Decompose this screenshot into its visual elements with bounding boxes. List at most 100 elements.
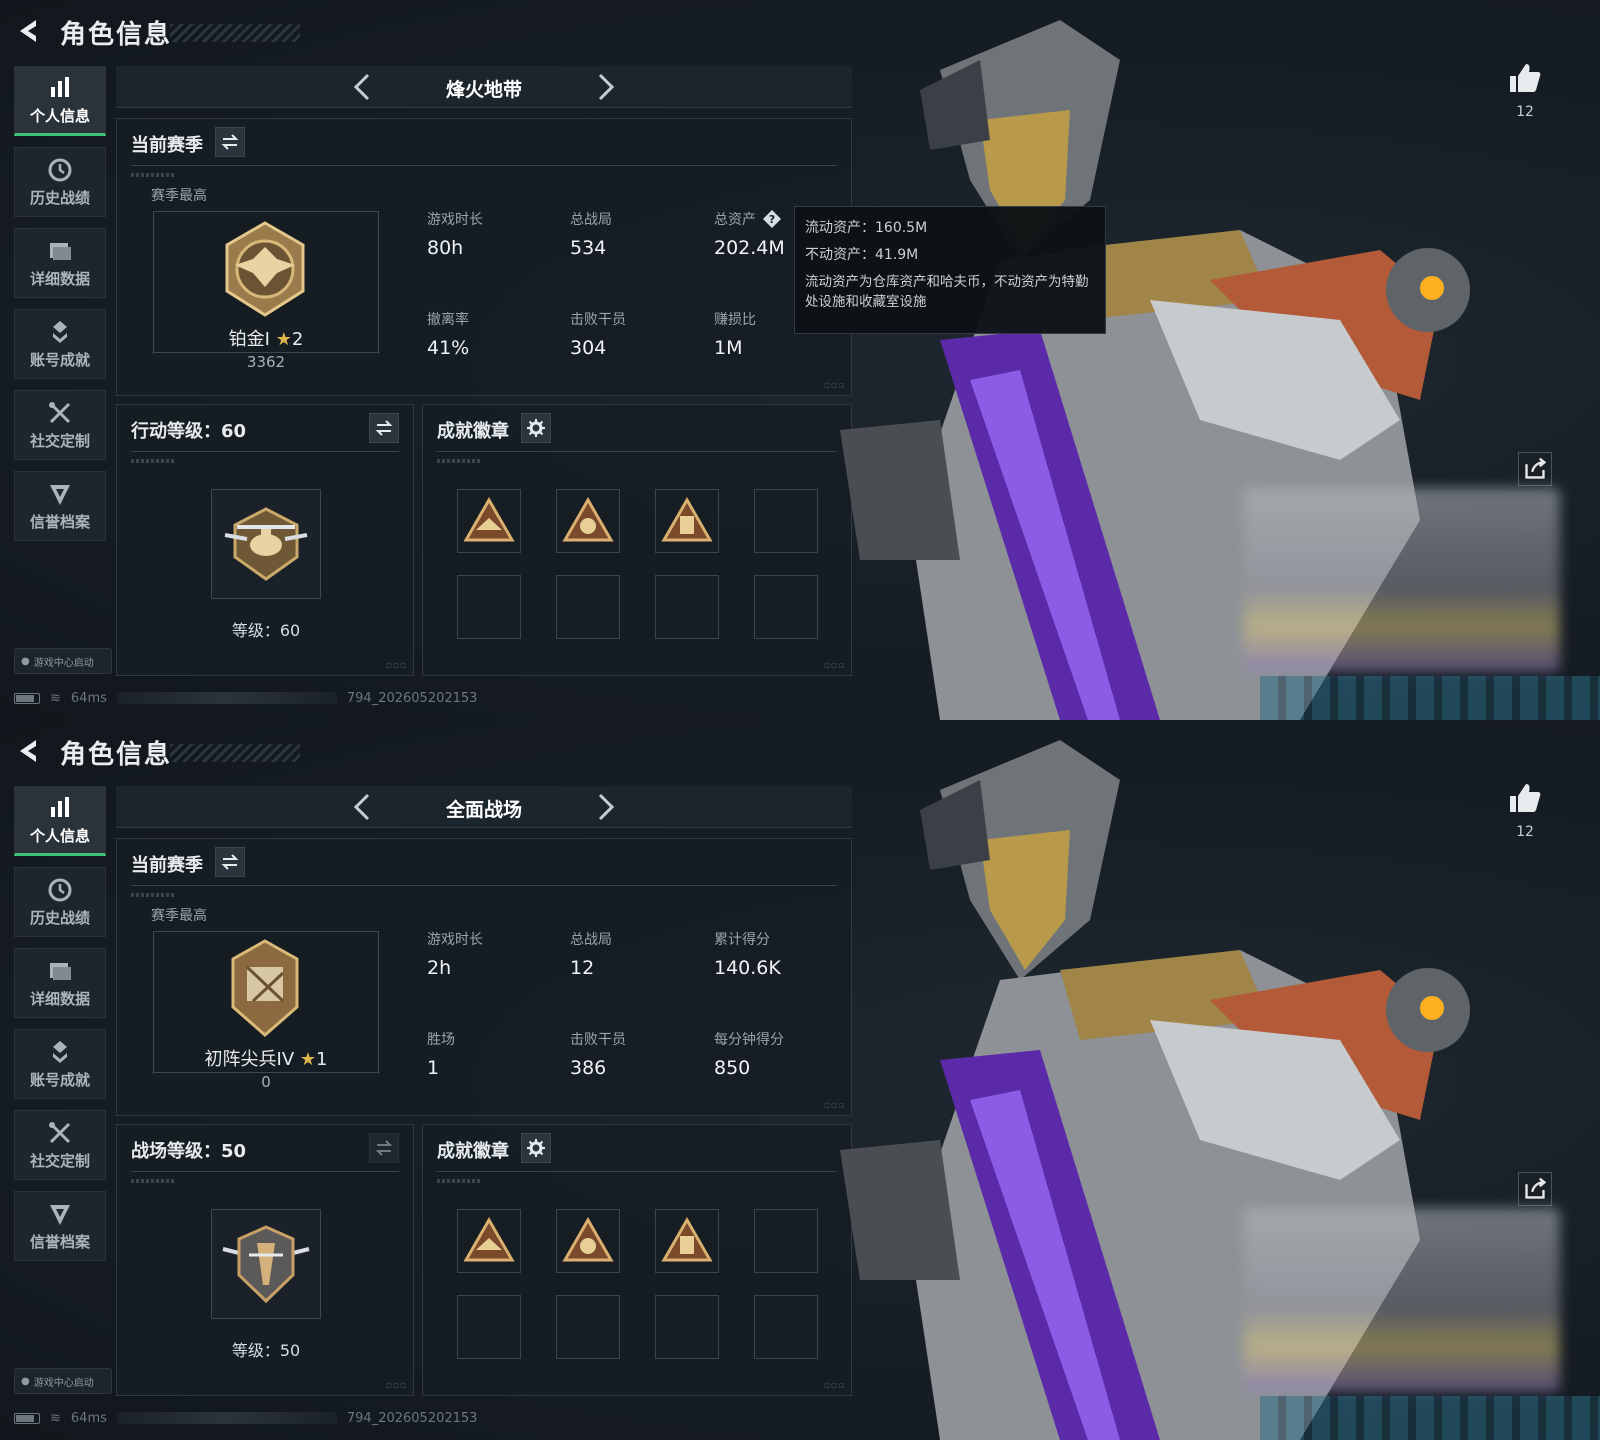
tooltip-fixed-assets: 不动资产：41.9M	[805, 246, 919, 263]
season-title: 当前赛季	[131, 135, 203, 156]
badge-slot-8[interactable]	[754, 1295, 818, 1359]
swap-icon	[375, 1140, 393, 1156]
sidebar-item-label: 个人信息	[29, 826, 90, 845]
sidebar-item-details[interactable]: 详细数据	[14, 228, 106, 298]
mode-title: 烽火地带	[445, 79, 522, 101]
swap-level-button[interactable]	[369, 413, 399, 443]
season-panel: 当前赛季 赛季最高 初阵尖兵IV ★1 0 游戏时长 2h 总战局 12 累计得…	[116, 838, 852, 1116]
back-arrow-icon[interactable]	[14, 736, 44, 766]
stat-label: 总战局	[570, 212, 612, 228]
back-arrow-icon[interactable]	[14, 16, 44, 46]
badge-slot-8[interactable]	[754, 575, 818, 639]
svg-text:?: ?	[769, 213, 775, 226]
qq-penguin-icon: ●	[21, 655, 30, 667]
shield-icon	[50, 1204, 70, 1225]
badge-slot-1[interactable]	[457, 489, 521, 553]
badge-slot-3[interactable]	[655, 489, 719, 553]
screen-warfare-mode: 角色信息 个人信息 历史战绩 详细数据 账号成就 社交定制 信誉档案 ● 游戏中心…	[0, 720, 1600, 1440]
badge-triangle-hands-icon	[562, 1216, 614, 1262]
divider	[131, 165, 837, 166]
season-best-label: 赛季最高	[151, 908, 207, 924]
badge-settings-button[interactable]	[521, 413, 551, 443]
badge-slot-5[interactable]	[457, 1295, 521, 1359]
sidebar-item-label: 社交定制	[29, 431, 90, 450]
chevron-right-icon[interactable]	[590, 72, 620, 102]
sidebar-item-details[interactable]: 详细数据	[14, 948, 106, 1018]
sidebar-item-social[interactable]: 社交定制	[14, 1110, 106, 1180]
stat-label: 游戏时长	[427, 212, 483, 228]
sidebar-item-reputation[interactable]: 信誉档案	[14, 471, 106, 541]
swap-level-button[interactable]	[369, 1133, 399, 1163]
sidebar-item-social[interactable]: 社交定制	[14, 390, 106, 460]
sidebar-item-history[interactable]: 历史战绩	[14, 147, 106, 217]
star-icon: ★	[299, 1049, 317, 1070]
gear-icon	[527, 419, 545, 437]
help-icon[interactable]: ?	[762, 209, 782, 229]
divider	[437, 1171, 837, 1172]
assets-tooltip: 流动资产：160.5M 不动资产：41.9M 流动资产为仓库资产和哈夫币，不动资…	[794, 206, 1106, 334]
badge-panel: 成就徽章 ▫▫▫	[422, 404, 852, 676]
mode-selector: 全面战场	[116, 786, 852, 828]
badge-slot-1[interactable]	[457, 1209, 521, 1273]
ping-text: 64ms	[70, 690, 107, 706]
badge-slot-2[interactable]	[556, 489, 620, 553]
divider	[131, 885, 837, 886]
sidebar: 个人信息 历史战绩 详细数据 账号成就 社交定制 信誉档案	[14, 66, 106, 552]
sidebar-item-achievements[interactable]: 账号成就	[14, 1029, 106, 1099]
page-title: 角色信息	[60, 20, 173, 50]
badge-triangle-soldier-icon	[661, 496, 713, 542]
rank-points: 0	[261, 1073, 271, 1091]
star-icon: ★	[275, 329, 292, 350]
badge-triangle-hands-icon	[562, 496, 614, 542]
blurred-region	[1244, 488, 1560, 672]
badge-slot-3[interactable]	[655, 1209, 719, 1273]
season-best-label: 赛季最高	[151, 188, 207, 204]
launch-badge-label: 游戏中心启动	[33, 657, 94, 669]
sidebar-item-reputation[interactable]: 信誉档案	[14, 1191, 106, 1261]
badge-slot-7[interactable]	[655, 575, 719, 639]
badge-slot-6[interactable]	[556, 1295, 620, 1359]
divider-dash	[437, 459, 481, 463]
tooltip-description: 流动资产为仓库资产和哈夫币，不动资产为特勤处设施和收藏室设施	[805, 274, 1089, 311]
swap-season-button[interactable]	[215, 847, 245, 877]
title-decoration	[170, 744, 300, 762]
badge-slot-4[interactable]	[754, 1209, 818, 1273]
screen-extraction-mode: 角色信息 个人信息 历史战绩 详细数据 账号成就 社交定制 信誉档案 ● 游戏中心…	[0, 0, 1600, 720]
corner-decoration: ▫▫▫	[385, 661, 407, 671]
badge-slot-5[interactable]	[457, 575, 521, 639]
badge-slot-6[interactable]	[556, 575, 620, 639]
share-icon[interactable]	[1518, 452, 1552, 486]
divider-dash	[131, 893, 175, 897]
stat-label: 总战局	[570, 932, 612, 948]
sidebar-item-personal-info[interactable]: 个人信息	[14, 66, 106, 136]
stat-label: 击败干员	[570, 1032, 626, 1048]
chevron-right-icon[interactable]	[590, 792, 620, 822]
level-text: 等级：60	[231, 621, 301, 640]
badge-slot-7[interactable]	[655, 1295, 719, 1359]
bar-chart-icon	[51, 76, 69, 97]
rank-name-text: 铂金I	[228, 329, 270, 350]
badge-slot-2[interactable]	[556, 1209, 620, 1273]
stat-total-matches: 总战局 12	[570, 929, 700, 979]
rank-name-text: 初阵尖兵IV	[204, 1049, 295, 1070]
like-count: 12	[1516, 104, 1534, 120]
divider	[131, 451, 399, 452]
sidebar-item-label: 详细数据	[29, 269, 90, 288]
battery-icon	[14, 692, 40, 704]
stat-label: 击败干员	[570, 312, 626, 328]
badge-panel: 成就徽章 ▫▫▫	[422, 1124, 852, 1396]
swap-icon	[221, 134, 239, 150]
badge-slot-4[interactable]	[754, 489, 818, 553]
sidebar-item-personal-info[interactable]: 个人信息	[14, 786, 106, 856]
sidebar-item-achievements[interactable]: 账号成就	[14, 309, 106, 379]
recruit-rank-emblem-icon	[231, 939, 299, 1037]
thumbs-up-icon[interactable]	[1506, 780, 1542, 816]
thumbs-up-icon[interactable]	[1506, 60, 1542, 96]
badge-settings-button[interactable]	[521, 1133, 551, 1163]
corner-decoration: ▫▫▫	[385, 1381, 407, 1391]
swap-season-button[interactable]	[215, 127, 245, 157]
sidebar-item-history[interactable]: 历史战绩	[14, 867, 106, 937]
level-title: 战场等级：50	[131, 1141, 247, 1162]
tools-icon	[49, 1121, 71, 1143]
share-icon[interactable]	[1518, 1172, 1552, 1206]
